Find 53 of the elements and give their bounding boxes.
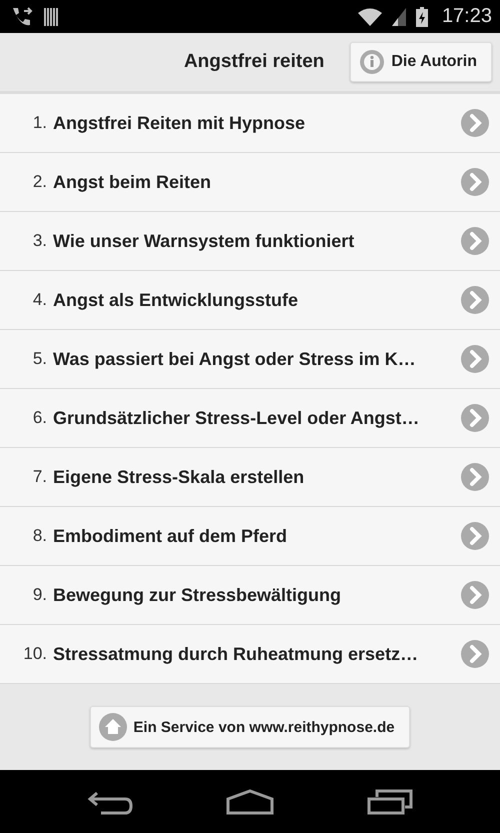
chapter-title: Angst als Entwicklungsstufe <box>53 290 300 310</box>
chevron-right-icon <box>460 108 490 138</box>
chapter-list-item[interactable]: 6. Grundsätzlicher Stress-Level oder Angst… <box>0 389 500 448</box>
chapter-title: Was passiert bei Angst oder Stress im K… <box>53 348 417 370</box>
chapter-number: 7. <box>32 467 48 487</box>
chapter-title: Stressatmung durch Ruheatmung ersetz… <box>53 644 420 664</box>
chapter-number: 1. <box>32 113 48 133</box>
recent-apps-icon[interactable] <box>367 788 414 814</box>
chapter-list-item[interactable]: 10. Stressatmung durch Ruheatmung ersetz… <box>0 625 500 684</box>
chapter-list-item[interactable]: 7. Eigene Stress-Skala erstellen <box>0 448 500 507</box>
chevron-right-icon <box>460 226 490 256</box>
chevron-right-icon <box>460 285 490 315</box>
chapter-list-item[interactable]: 1. Angstfrei Reiten mit Hypnose <box>0 94 500 153</box>
app-title: Angstfrei reiten <box>184 51 324 73</box>
chapter-list-item[interactable]: 4. Angst als Entwicklungsstufe <box>0 271 500 330</box>
chevron-right-icon <box>460 462 490 492</box>
chapter-title: Bewegung zur Stressbewältigung <box>53 584 342 606</box>
chapter-list-item[interactable]: 3. Wie unser Warnsystem funktioniert <box>0 212 500 271</box>
chevron-right-icon <box>460 403 490 433</box>
chapter-list-item[interactable]: 9. Bewegung zur Stressbewältigung <box>0 566 500 625</box>
chapter-title: Angst beim Reiten <box>53 172 212 192</box>
chevron-right-icon <box>460 167 490 197</box>
chapter-number: 5. <box>32 349 48 369</box>
barcode-icon <box>44 8 60 26</box>
chapter-number: 4. <box>32 290 48 310</box>
home-icon[interactable] <box>226 788 274 814</box>
chevron-right-icon <box>460 344 490 374</box>
author-button[interactable]: Die Autorin <box>350 42 492 82</box>
info-icon <box>359 49 386 75</box>
chapter-list-item[interactable]: 8. Embodiment auf dem Pferd <box>0 507 500 566</box>
home-icon <box>99 713 128 741</box>
chapter-list-item[interactable]: 2. Angst beim Reiten <box>0 153 500 212</box>
battery-icon <box>416 6 428 26</box>
chevron-right-icon <box>460 521 490 551</box>
wifi-icon <box>358 8 382 26</box>
chapter-number: 3. <box>32 231 48 251</box>
chevron-right-icon <box>460 580 490 610</box>
chapter-title: Angstfrei Reiten mit Hypnose <box>53 112 306 134</box>
chapter-number: 10. <box>22 644 48 664</box>
chapter-title: Grundsätzlicher Stress-Level oder Angst… <box>53 408 420 428</box>
signal-icon <box>392 8 406 26</box>
chapter-number: 2. <box>32 172 48 192</box>
chapter-number: 9. <box>32 585 48 605</box>
chapter-number: 8. <box>32 526 48 546</box>
phone-icon <box>10 6 34 28</box>
chapter-number: 6. <box>32 408 48 428</box>
chapter-title: Eigene Stress-Skala erstellen <box>53 466 306 488</box>
chapter-title: Embodiment auf dem Pferd <box>53 526 288 546</box>
chapter-title: Wie unser Warnsystem funktioniert <box>53 230 356 252</box>
status-time: 17:23 <box>442 5 492 28</box>
service-link-button[interactable]: Ein Service von www.reithypnose.de <box>90 706 410 748</box>
chapter-list-item[interactable]: 5. Was passiert bei Angst oder Stress im K… <box>0 330 500 389</box>
chevron-right-icon <box>460 639 490 669</box>
